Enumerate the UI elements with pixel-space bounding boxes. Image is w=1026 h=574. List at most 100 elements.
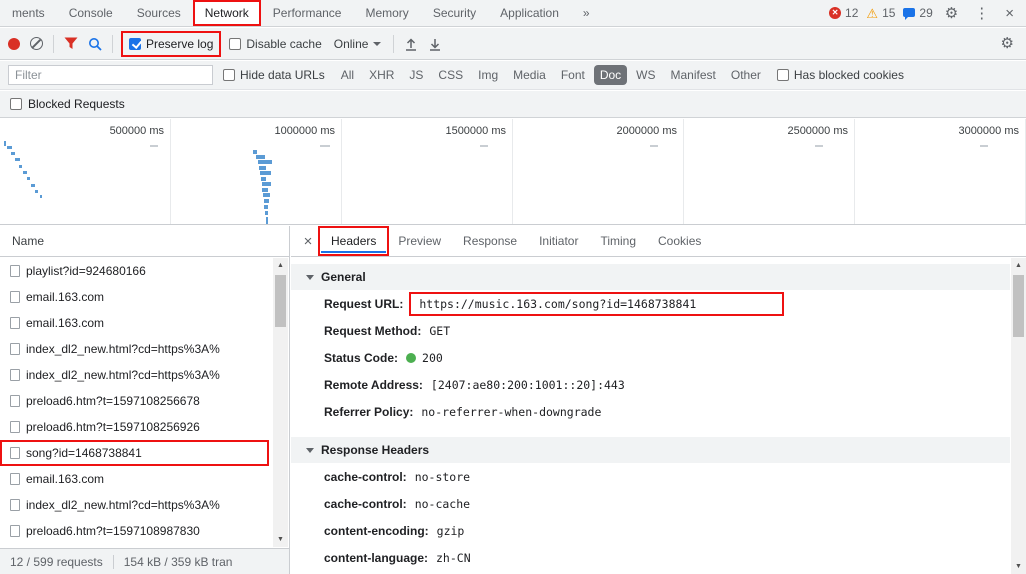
pill-js[interactable]: JS (403, 65, 429, 85)
clear-button[interactable] (30, 37, 43, 50)
tab-memory[interactable]: Memory (353, 0, 420, 26)
network-settings-gear-icon[interactable]: ⚙ (997, 36, 1018, 51)
export-har-icon[interactable] (428, 37, 442, 51)
close-devtools-icon[interactable]: × (1001, 6, 1018, 21)
chevron-down-icon (373, 42, 381, 46)
header-value: no-cache (415, 497, 470, 511)
hide-data-urls-checkbox[interactable] (223, 69, 235, 81)
header-name: Status Code: (324, 351, 398, 365)
error-badge[interactable]: ✕ 12 (829, 6, 858, 20)
request-row[interactable]: email.163.com (0, 284, 269, 310)
response-headers-section-header[interactable]: Response Headers (291, 437, 1010, 463)
tab-application[interactable]: Application (488, 0, 571, 26)
time-label: 3000000 ms (855, 119, 1025, 137)
request-row[interactable]: email.163.com (0, 466, 269, 492)
request-row[interactable]: playlist?id=924680166 (0, 258, 269, 284)
separator (393, 35, 394, 53)
pill-all[interactable]: All (335, 65, 360, 85)
request-name: index_dl2_new.html?cd=https%3A% (26, 342, 220, 356)
pill-media[interactable]: Media (507, 65, 552, 85)
headers-content: General Request URL: https://music.163.c… (291, 258, 1010, 574)
header-name: content-encoding: (324, 524, 429, 538)
has-blocked-cookies-control: Has blocked cookies (777, 68, 904, 82)
details-scrollbar[interactable]: ▲ ▼ (1011, 258, 1026, 574)
request-row[interactable]: preload6.htm?t=1597108256678 (0, 388, 269, 414)
blocked-requests-label: Blocked Requests (28, 97, 125, 111)
warning-icon: ⚠ (866, 7, 878, 20)
request-row[interactable]: preload6.htm?t=1597108987830 (0, 518, 269, 544)
pill-css[interactable]: CSS (432, 65, 469, 85)
file-icon (10, 421, 20, 433)
timeline-column: 500000 ms (0, 119, 171, 224)
collapse-triangle-icon (306, 275, 314, 280)
request-row[interactable]: index_dl2_new.html?cd=https%3A% (0, 362, 269, 388)
record-button[interactable] (8, 38, 20, 50)
filter-input[interactable] (8, 65, 213, 85)
pill-manifest[interactable]: Manifest (665, 65, 722, 85)
issues-icon (903, 8, 915, 17)
name-column-header[interactable]: Name (0, 226, 289, 257)
request-row[interactable]: email.163.com (0, 310, 269, 336)
request-row[interactable]: preload6.htm?t=1597108256926 (0, 414, 269, 440)
tab-security[interactable]: Security (421, 0, 488, 26)
tab-preview[interactable]: Preview (388, 229, 451, 253)
tab-network[interactable]: Network (193, 0, 261, 26)
header-value: no-referrer-when-downgrade (421, 405, 601, 419)
scroll-down-arrow[interactable]: ▼ (273, 532, 288, 547)
scroll-up-arrow[interactable]: ▲ (1011, 258, 1026, 273)
timeline-overview[interactable]: 500000 ms 1000000 ms 1500000 ms 2000000 … (0, 119, 1026, 225)
request-list-panel: Name playlist?id=924680166 email.163.com… (0, 226, 290, 574)
preserve-log-checkbox[interactable] (129, 38, 141, 50)
timeline-column: 1500000 ms (342, 119, 513, 224)
request-name: preload6.htm?t=1597108256926 (26, 420, 200, 434)
pill-font[interactable]: Font (555, 65, 591, 85)
pill-img[interactable]: Img (472, 65, 504, 85)
tab-cookies[interactable]: Cookies (648, 229, 711, 253)
filter-funnel-icon[interactable] (64, 37, 78, 50)
file-icon (10, 369, 20, 381)
warning-badge[interactable]: ⚠ 15 (866, 6, 895, 20)
request-name: preload6.htm?t=1597108987830 (26, 524, 200, 538)
blocked-requests-checkbox[interactable] (10, 98, 22, 110)
scrollbar-thumb[interactable] (275, 275, 286, 327)
request-name: index_dl2_new.html?cd=https%3A% (26, 498, 220, 512)
tabbar-right-controls: ✕ 12 ⚠ 15 29 ⚙ ⋮ × (829, 0, 1026, 26)
throttling-value: Online (334, 37, 369, 51)
pill-doc[interactable]: Doc (594, 65, 627, 85)
more-tabs-chevron[interactable]: » (571, 0, 602, 26)
request-row[interactable]: index_dl2_new.html?cd=https%3A% (0, 492, 269, 518)
tab-timing[interactable]: Timing (590, 229, 646, 253)
header-value: [2407:ae80:200:1001::20]:443 (431, 378, 625, 392)
request-name: song?id=1468738841 (26, 446, 142, 460)
tab-elements[interactable]: ments (0, 0, 57, 26)
tab-response[interactable]: Response (453, 229, 527, 253)
import-har-icon[interactable] (404, 37, 418, 51)
tab-console[interactable]: Console (57, 0, 125, 26)
disable-cache-checkbox[interactable] (229, 38, 241, 50)
separator (53, 35, 54, 53)
kebab-menu-icon[interactable]: ⋮ (970, 6, 993, 21)
pill-xhr[interactable]: XHR (363, 65, 400, 85)
header-name: Request Method: (324, 324, 421, 338)
tab-headers[interactable]: Headers (321, 229, 386, 253)
tab-initiator[interactable]: Initiator (529, 229, 588, 253)
tab-performance[interactable]: Performance (261, 0, 354, 26)
scrollbar-thumb[interactable] (1013, 275, 1024, 337)
scroll-up-arrow[interactable]: ▲ (273, 258, 288, 273)
has-blocked-cookies-checkbox[interactable] (777, 69, 789, 81)
scroll-down-arrow[interactable]: ▼ (1011, 559, 1026, 574)
pill-other[interactable]: Other (725, 65, 767, 85)
request-row-song-selected[interactable]: song?id=1468738841 (0, 440, 269, 466)
request-row[interactable]: index_dl2_new.html?cd=https%3A% (0, 336, 269, 362)
pill-ws[interactable]: WS (630, 65, 661, 85)
tab-sources[interactable]: Sources (125, 0, 193, 26)
general-section-header[interactable]: General (291, 264, 1010, 290)
search-icon[interactable] (88, 37, 102, 51)
settings-gear-icon[interactable]: ⚙ (941, 6, 962, 21)
status-ok-icon (406, 353, 416, 363)
request-list-scrollbar[interactable]: ▲ ▼ (273, 258, 288, 547)
throttling-dropdown[interactable]: Online (332, 37, 384, 51)
close-details-icon[interactable]: × (297, 233, 319, 250)
issues-badge[interactable]: 29 (903, 6, 932, 20)
header-value: GET (429, 324, 450, 338)
